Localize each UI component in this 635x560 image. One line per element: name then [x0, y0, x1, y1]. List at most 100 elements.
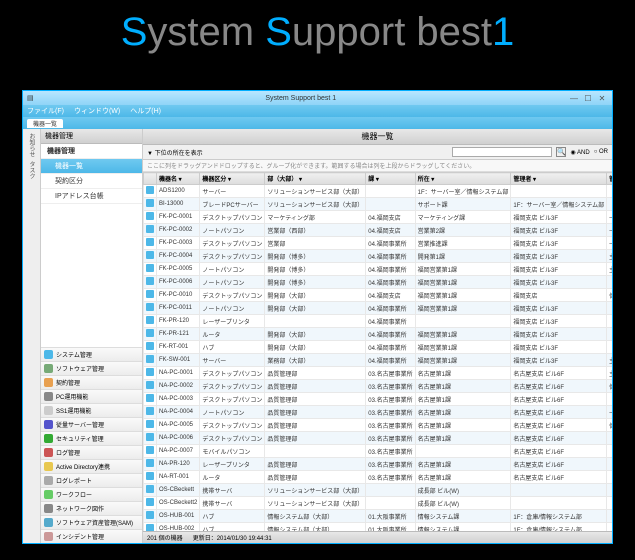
maximize-button[interactable]: ☐ [582, 93, 594, 103]
nav-item[interactable]: 従量サーバー管理 [41, 417, 142, 431]
nav-label: SS1運用機能 [56, 406, 91, 415]
table-row[interactable]: OS-HUB-001ハブ情報システム部（大部）01.大阪事業所情報システム課1F… [144, 510, 613, 523]
table-row[interactable]: NA-PC-0007モバイルパソコン03.名古屋事業所名古屋支店 ビル6F [144, 445, 613, 458]
nav-label: ログレポート [56, 476, 92, 485]
and-option[interactable]: ◉ AND [570, 149, 589, 156]
menu-help[interactable]: ヘルプ(H) [130, 106, 161, 116]
nav-icon [44, 518, 53, 527]
nav-item[interactable]: ネットワーク図作 [41, 501, 142, 515]
left-dock: お知らせ タスク [23, 129, 41, 543]
table-row[interactable]: BI-13000ブレードPCサーバーソリューションサービス部（大部）サポート課1… [144, 198, 613, 211]
table-row[interactable]: FK-PC-0004デスクトップパソコン開発部（博多）04.福岡事業所開発第1課… [144, 250, 613, 263]
table-row[interactable]: NA-PC-0002デスクトップパソコン品質管理部03.名古屋事業所名古屋第1課… [144, 380, 613, 393]
nav-item[interactable]: SS1運用機能 [41, 403, 142, 417]
menu-file[interactable]: ファイル(F) [27, 106, 64, 116]
nav-icon [44, 350, 53, 359]
column-header[interactable]: 部（大部） ▾ [265, 173, 366, 185]
nav-icon [44, 434, 53, 443]
table-row[interactable]: ADS1200サーバーソリューションサービス部（大部）1F：サーバー室／情報シス… [144, 185, 613, 198]
column-header[interactable]: 管理者 ▾ [511, 173, 607, 185]
nav-label: ログ管理 [56, 448, 80, 457]
search-icon[interactable]: 🔍 [556, 147, 566, 157]
table-row[interactable]: FK-PR-121ルータ開発部（大部）04.福岡事業所福岡営業第1課福岡支店 ビ… [144, 328, 613, 341]
filter-sublocations[interactable]: ▼ 下位の所在を表示 [147, 148, 203, 157]
device-icon [146, 290, 154, 298]
device-icon [146, 303, 154, 311]
table-row[interactable]: NA-PC-0003デスクトップパソコン品質管理部03.名古屋事業所名古屋第1課… [144, 393, 613, 406]
table-row[interactable]: OS-CBeckett2携帯サーバソリューションサービス部（大部）成長部 ビル(… [144, 497, 613, 510]
nav-item[interactable]: ログレポート [41, 473, 142, 487]
table-row[interactable]: FK-SW-001サーバー業務部（大部）04.福岡事業所福岡営業第1課福岡支店 … [144, 354, 613, 367]
table-row[interactable]: FK-PC-0005ノートパソコン開発部（博多）04.福岡事業所福岡営業第1課福… [144, 263, 613, 276]
nav-label: セキュリティ管理 [56, 434, 104, 443]
table-row[interactable]: OS-CBeckett携帯サーバソリューションサービス部（大部）成長部 ビル(W… [144, 484, 613, 497]
tab-device-list[interactable]: 機器一覧 [27, 119, 63, 128]
nav-icon [44, 392, 53, 401]
device-icon [146, 342, 154, 350]
sidebar-item[interactable]: IPアドレス台帳 [41, 189, 142, 204]
nav-icon [44, 406, 53, 415]
table-row[interactable]: FK-PC-0011ノートパソコン開発部（大部）04.福岡事業所福岡営業第1課福… [144, 302, 613, 315]
table-row[interactable]: NA-PC-0006デスクトップパソコン品質管理部03.名古屋事業所名古屋第1課… [144, 432, 613, 445]
nav-label: システム管理 [56, 350, 92, 359]
dock-task[interactable]: タスク [27, 161, 36, 179]
tab-strip: 機器一覧 [23, 117, 612, 129]
sidebar-tree-root[interactable]: 機器管理 [41, 144, 142, 159]
nav-item[interactable]: 契約管理 [41, 375, 142, 389]
table-row[interactable]: NA-PC-0005デスクトップパソコン品質管理部03.名古屋事業所名古屋第1課… [144, 419, 613, 432]
minimize-button[interactable]: — [568, 93, 580, 103]
status-bar: 201 個の機器 更新日：2014/01/30 19:44:31 [143, 531, 612, 543]
sidebar-item[interactable]: 機器一覧 [41, 159, 142, 174]
close-button[interactable]: ✕ [596, 93, 608, 103]
data-grid[interactable]: 機器名 ▾機器区分 ▾部（大部） ▾課 ▾所在 ▾管理者 ▾管理部門 ▾管理者名… [143, 172, 612, 531]
or-option[interactable]: ○ OR [594, 149, 608, 155]
nav-item[interactable]: PC運用機能 [41, 389, 142, 403]
window-titlebar[interactable]: ▤ System Support best 1 — ☐ ✕ [23, 91, 612, 105]
table-row[interactable]: NA-RT-001ルータ品質管理部03.名古屋事業所名古屋第1課名古屋支店 ビル… [144, 471, 613, 484]
nav-item[interactable]: セキュリティ管理 [41, 431, 142, 445]
device-icon [146, 186, 154, 194]
column-header[interactable]: 機器区分 ▾ [200, 173, 265, 185]
nav-icon [44, 448, 53, 457]
nav-item[interactable]: Active Directory連携 [41, 459, 142, 473]
table-row[interactable]: NA-PR-120レーザープリンタ品質管理部03.名古屋事業所名古屋第1課名古屋… [144, 458, 613, 471]
nav-item[interactable]: ログ管理 [41, 445, 142, 459]
table-row[interactable]: FK-PC-0003デスクトップパソコン営業部04.福岡事業所営業推進課福岡支店… [144, 237, 613, 250]
nav-label: Active Directory連携 [56, 462, 110, 471]
sidebar-item[interactable]: 契約区分 [41, 174, 142, 189]
device-icon [146, 459, 154, 467]
device-icon [146, 498, 154, 506]
nav-item[interactable]: インシデント管理 [41, 529, 142, 543]
search-input[interactable] [452, 147, 552, 157]
sidebar-header: 機器管理 [41, 129, 142, 144]
column-header[interactable]: 機器名 ▾ [157, 173, 200, 185]
table-row[interactable]: NA-PC-0001デスクトップパソコン品質管理部03.名古屋事業所名古屋第1課… [144, 367, 613, 380]
table-row[interactable]: FK-PC-0006ノートパソコン開発部（博多）04.福岡事業所福岡営業第1課福… [144, 276, 613, 289]
device-icon [146, 524, 154, 531]
status-updated: 更新日：2014/01/30 19:44:31 [193, 533, 272, 542]
column-header[interactable]: 所在 ▾ [415, 173, 511, 185]
table-row[interactable]: NA-PC-0004ノートパソコン品質管理部03.名古屋事業所名古屋第1課名古屋… [144, 406, 613, 419]
nav-icon [44, 476, 53, 485]
nav-icon [44, 364, 53, 373]
table-row[interactable]: OS-HUB-002ハブ情報システム部（大部）01.大阪事業所情報システム課1F… [144, 523, 613, 532]
nav-item[interactable]: ワークフロー [41, 487, 142, 501]
nav-label: ソフトウェア資産管理(SAM) [56, 518, 133, 527]
table-row[interactable]: FK-PC-0001デスクトップパソコンマーケティング部04.福岡支店マーケティ… [144, 211, 613, 224]
table-row[interactable]: FK-RT-001ハブ開発部（大部）04.福岡事業所福岡営業第1課福岡支店 ビル… [144, 341, 613, 354]
device-icon [146, 238, 154, 246]
column-header[interactable] [144, 173, 157, 185]
table-row[interactable]: FK-PC-0002ノートパソコン営業部（西部）04.福岡支店営業第2課福岡支店… [144, 224, 613, 237]
nav-label: ネットワーク図作 [56, 504, 104, 513]
column-header[interactable]: 課 ▾ [366, 173, 415, 185]
table-row[interactable]: FK-PC-0010デスクトップパソコン開発部（大部）04.福岡支店福岡営業第1… [144, 289, 613, 302]
menu-window[interactable]: ウィンドウ(W) [74, 106, 120, 116]
nav-icon [44, 462, 53, 471]
dock-notice[interactable]: お知らせ [27, 133, 36, 157]
table-row[interactable]: FK-PR-120レーザープリンタ04.福岡事業所福岡支店 ビル3F [144, 315, 613, 328]
column-header[interactable]: 管理部門 ▾ [607, 173, 612, 185]
nav-item[interactable]: システム管理 [41, 347, 142, 361]
device-icon [146, 316, 154, 324]
nav-item[interactable]: ソフトウェア資産管理(SAM) [41, 515, 142, 529]
nav-item[interactable]: ソフトウェア管理 [41, 361, 142, 375]
